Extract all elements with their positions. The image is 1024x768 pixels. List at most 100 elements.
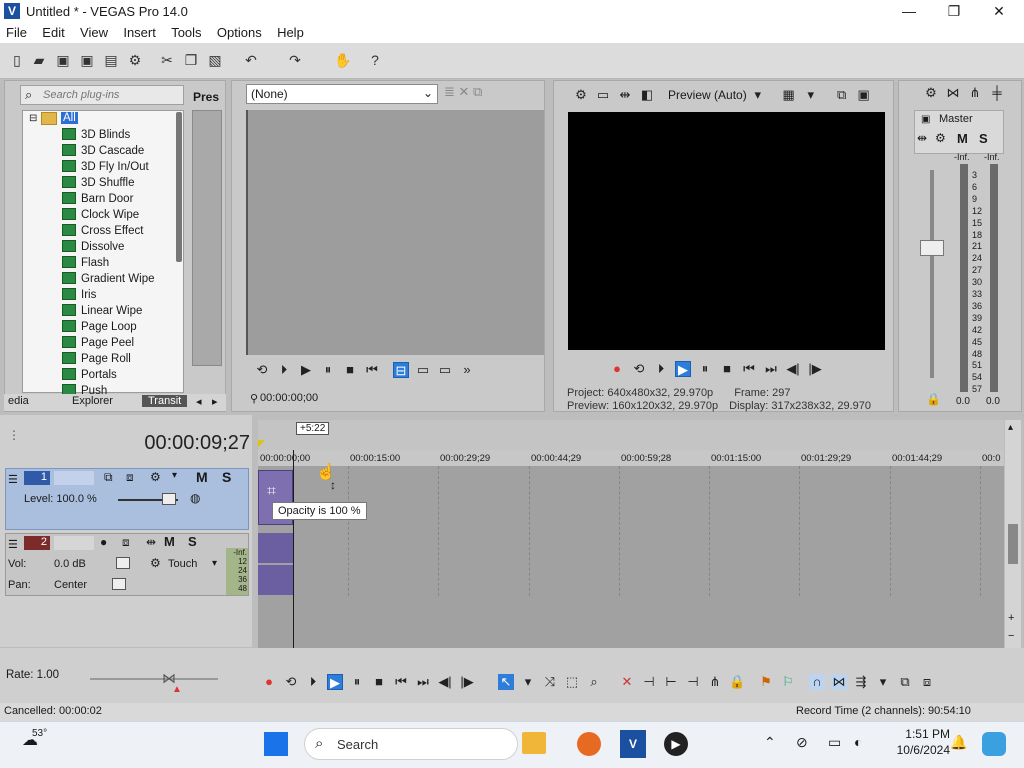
- next-frame-button[interactable]: |▶: [807, 361, 823, 377]
- automation-mode[interactable]: Touch: [168, 558, 197, 570]
- menu-insert[interactable]: Insert: [117, 23, 162, 42]
- go-to-end-button[interactable]: ⏭: [763, 361, 779, 377]
- video-track-header[interactable]: ☰ 1 ⧉ ⧈ ⚙ ▾ M S Level: 100.0 % ◍: [5, 468, 249, 530]
- downmix-icon[interactable]: ⋈: [945, 85, 961, 101]
- envelope-tool-icon[interactable]: ⤨: [542, 674, 558, 690]
- plugin-item[interactable]: 3D Shuffle: [62, 175, 135, 191]
- lock-icon[interactable]: 🔒: [729, 674, 745, 690]
- video-preview-screen[interactable]: [568, 112, 885, 350]
- main-record-icon[interactable]: ●: [261, 674, 277, 690]
- track-fx-icon[interactable]: ⚙: [150, 470, 161, 484]
- grid-dropdown-icon[interactable]: ▾: [803, 87, 819, 103]
- search-plugins-input[interactable]: [21, 86, 161, 104]
- track2-fx-icon[interactable]: ⧈: [122, 535, 130, 550]
- master-solo-button[interactable]: S: [979, 131, 988, 146]
- main-stop-button[interactable]: ■: [371, 674, 387, 690]
- presets-area[interactable]: [192, 110, 222, 366]
- trim-end-icon[interactable]: ⊣: [685, 674, 701, 690]
- main-play-from-start-icon[interactable]: ⏵: [305, 674, 321, 690]
- master-mute-button[interactable]: M: [957, 131, 968, 146]
- track2-expand-icon[interactable]: ☰: [8, 538, 18, 551]
- audio-event-clip-left[interactable]: [258, 533, 293, 563]
- save-snapshot-icon[interactable]: ▣: [856, 87, 872, 103]
- trimmer-media-select[interactable]: (None) ⌄: [246, 84, 438, 104]
- preview-quality-select[interactable]: Preview (Auto): [668, 88, 747, 102]
- trimmer-tools-icons[interactable]: ≣ ✕ ⧉: [444, 84, 482, 100]
- close-button[interactable]: ✕: [976, 0, 1022, 23]
- external-monitor-icon[interactable]: ▭: [595, 87, 611, 103]
- menu-help[interactable]: Help: [271, 23, 310, 42]
- tree-root-all[interactable]: All: [61, 112, 78, 124]
- track-fx-dropdown-icon[interactable]: ▾: [172, 470, 177, 481]
- compositing-icon[interactable]: ⧈: [126, 470, 134, 485]
- tab-transitions[interactable]: Transit: [142, 395, 188, 407]
- stop-icon[interactable]: ■: [342, 362, 358, 378]
- plugin-item[interactable]: Dissolve: [62, 239, 124, 255]
- plugin-item[interactable]: Flash: [62, 255, 109, 271]
- trimmer-more-icon[interactable]: »: [459, 362, 475, 378]
- notifications-bell-icon[interactable]: 🔔: [950, 734, 967, 751]
- preview-settings-gear-icon[interactable]: ⚙: [573, 87, 589, 103]
- edit-tool-dropdown-icon[interactable]: ▾: [520, 674, 536, 690]
- paste-icon[interactable]: ▧: [206, 51, 224, 69]
- audio-event-clip-right[interactable]: [258, 565, 293, 595]
- track1-solo-button[interactable]: S: [222, 469, 231, 485]
- plugin-item[interactable]: 3D Blinds: [62, 127, 130, 143]
- track-name-field[interactable]: [54, 471, 94, 485]
- master-pan-icon[interactable]: ⇹: [917, 131, 927, 145]
- track2-mute-button[interactable]: M: [164, 534, 175, 549]
- track-expand-icon[interactable]: ☰: [8, 473, 18, 486]
- track1-mute-button[interactable]: M: [196, 469, 208, 485]
- weather-temp[interactable]: 53°: [32, 728, 47, 739]
- go-to-start-button[interactable]: ⏮: [741, 361, 757, 377]
- tab-media[interactable]: edia: [8, 395, 29, 407]
- insert-region-icon[interactable]: ⚐: [780, 674, 796, 690]
- pause-icon[interactable]: ⏸: [320, 362, 336, 378]
- master-settings-gear-icon[interactable]: ⚙: [923, 85, 939, 101]
- lock-envelopes-icon[interactable]: ⧉: [897, 674, 913, 690]
- trim-start-icon[interactable]: ⊢: [663, 674, 679, 690]
- stop-button[interactable]: ■: [719, 361, 735, 377]
- display-icon[interactable]: ▭: [828, 734, 841, 751]
- ripple-dropdown-icon[interactable]: ▾: [875, 674, 891, 690]
- arm-record-icon[interactable]: ●: [100, 535, 107, 549]
- file-explorer-icon[interactable]: [522, 732, 546, 754]
- tab-explorer[interactable]: Explorer: [72, 395, 113, 407]
- prev-frame-button[interactable]: ◀|: [785, 361, 801, 377]
- plugin-item[interactable]: Barn Door: [62, 191, 133, 207]
- track1-level-handle[interactable]: [162, 493, 176, 505]
- tab-scroll-right-icon[interactable]: ▸: [212, 395, 218, 408]
- main-pause-button[interactable]: ⏸: [349, 674, 365, 690]
- zoom-edit-tool-icon[interactable]: ⌕: [586, 674, 602, 690]
- split-screen-icon[interactable]: ⇹: [617, 87, 633, 103]
- track-motion-icon[interactable]: ⧉: [104, 470, 113, 485]
- add-right-icon[interactable]: ▭: [437, 362, 453, 378]
- trim-icon[interactable]: ⊣: [641, 674, 657, 690]
- plugin-item[interactable]: Page Roll: [62, 351, 131, 367]
- zoom-in-icon[interactable]: +: [1008, 612, 1014, 624]
- plugin-item[interactable]: Clock Wipe: [62, 207, 139, 223]
- main-go-to-start-button[interactable]: ⏮: [393, 674, 409, 690]
- go-to-start-icon[interactable]: ⏮: [364, 362, 380, 378]
- playhead-cursor[interactable]: [293, 450, 294, 650]
- add-to-timeline-icon[interactable]: ⊟: [393, 362, 409, 378]
- trimmer-view[interactable]: [246, 110, 544, 355]
- scroll-up-icon[interactable]: ▴: [1008, 422, 1013, 433]
- record-icon[interactable]: ●: [609, 361, 625, 377]
- insert-marker-icon[interactable]: ⚑: [758, 674, 774, 690]
- copilot-icon[interactable]: [982, 732, 1006, 756]
- menu-file[interactable]: File: [0, 23, 33, 42]
- touch-automation-icon[interactable]: ⚙: [150, 556, 161, 570]
- main-play-button[interactable]: ▶: [327, 674, 343, 690]
- master-meter-icon[interactable]: ╪: [989, 85, 1005, 101]
- master-lock-icon[interactable]: 🔒: [926, 392, 941, 406]
- minimize-button[interactable]: —: [886, 0, 932, 23]
- vol-fader-handle[interactable]: [116, 557, 130, 569]
- main-loop-icon[interactable]: ⟲: [283, 674, 299, 690]
- marker-bar[interactable]: [258, 420, 1004, 450]
- menu-view[interactable]: View: [74, 23, 114, 42]
- rate-slider[interactable]: [90, 678, 218, 680]
- plugin-item[interactable]: Page Peel: [62, 335, 134, 351]
- preview-overlay-icon[interactable]: ◧: [639, 87, 655, 103]
- plugin-item[interactable]: 3D Cascade: [62, 143, 144, 159]
